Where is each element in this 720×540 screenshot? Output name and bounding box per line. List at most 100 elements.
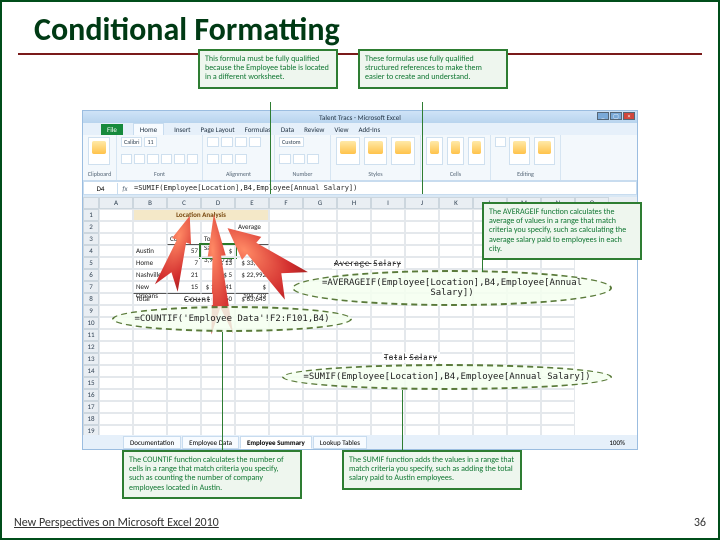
oval-countif-formula: =COUNTIF('Employee Data'!F2:F101,B4) — [112, 306, 352, 332]
delete-cells-button[interactable] — [447, 137, 464, 165]
loc-0[interactable]: Austin — [133, 245, 167, 257]
font-color-button[interactable] — [187, 154, 198, 164]
row-7[interactable]: 7 — [83, 281, 99, 293]
tab-page-layout[interactable]: Page Layout — [201, 125, 235, 134]
col-A[interactable]: A — [99, 197, 133, 209]
connector-count — [222, 332, 223, 452]
col-I[interactable]: I — [371, 197, 405, 209]
border-button[interactable] — [161, 154, 172, 164]
close-button[interactable]: × — [623, 112, 635, 120]
tab-insert[interactable]: Insert — [174, 125, 190, 134]
col-B[interactable]: B — [133, 197, 167, 209]
tab-home[interactable]: Home — [133, 123, 164, 135]
sheet-tab-documentation[interactable]: Documentation — [123, 436, 181, 449]
loc-3[interactable]: New Orleans — [133, 281, 167, 293]
row-1[interactable]: 1 — [83, 209, 99, 221]
col-C[interactable]: C — [167, 197, 201, 209]
indent-dec-button[interactable] — [207, 154, 219, 164]
connector-avg — [482, 258, 483, 272]
row-6[interactable]: 6 — [83, 269, 99, 281]
ribbon: Clipboard Calibri11 Font Alignment Custo… — [83, 135, 637, 181]
indent-inc-button[interactable] — [221, 154, 233, 164]
loc-1[interactable]: Home — [133, 257, 167, 269]
group-number: Number — [279, 170, 326, 178]
col-J[interactable]: J — [405, 197, 439, 209]
align-right-button[interactable] — [235, 137, 247, 147]
align-left-button[interactable] — [207, 137, 219, 147]
ribbon-tabs: File Home Insert Page Layout Formulas Da… — [83, 123, 637, 135]
zoom-level[interactable]: 100% — [603, 437, 631, 448]
minimize-button[interactable]: _ — [597, 112, 609, 120]
comma-button[interactable] — [307, 154, 319, 164]
conditional-formatting-button[interactable] — [336, 137, 360, 165]
tab-formulas[interactable]: Formulas — [245, 125, 271, 134]
label-count: Count — [182, 294, 213, 305]
col-K[interactable]: K — [439, 197, 473, 209]
currency-button[interactable] — [279, 154, 291, 164]
excel-titlebar: Talent Tracs - Microsoft Excel _ ▢ × — [83, 111, 637, 123]
count-3[interactable]: 15 — [167, 281, 201, 293]
cell-styles-button[interactable] — [391, 137, 415, 165]
sort-filter-button[interactable] — [509, 137, 530, 165]
insert-cells-button[interactable] — [426, 137, 443, 165]
avg-3[interactable]: $ 104,733 — [235, 281, 269, 293]
sheet-tab-employee-data[interactable]: Employee Data — [182, 436, 239, 449]
connector-left — [270, 102, 271, 194]
col-H[interactable]: H — [337, 197, 371, 209]
maximize-button[interactable]: ▢ — [610, 112, 622, 120]
italic-button[interactable] — [134, 154, 145, 164]
col-F[interactable]: F — [269, 197, 303, 209]
fx-icon[interactable]: fx — [118, 184, 132, 193]
font-name[interactable]: Calibri — [121, 137, 142, 147]
col-E[interactable]: E — [235, 197, 269, 209]
number-format[interactable]: Custom — [279, 137, 304, 147]
page-number: 36 — [694, 516, 706, 530]
fill-color-button[interactable] — [174, 154, 185, 164]
footer-source: New Perspectives on Microsoft Excel 2010 — [14, 516, 219, 530]
slide-frame: Conditional Formatting This formula must… — [0, 0, 720, 540]
row-3[interactable]: 3 — [83, 233, 99, 245]
col-G[interactable]: G — [303, 197, 337, 209]
group-font: Font — [121, 170, 198, 178]
percent-button[interactable] — [293, 154, 305, 164]
font-size[interactable]: 11 — [144, 137, 156, 147]
row-2[interactable]: 2 — [83, 221, 99, 233]
row-8[interactable]: 8 — [83, 293, 99, 305]
row-5[interactable]: 5 — [83, 257, 99, 269]
format-as-table-button[interactable] — [364, 137, 388, 165]
avg-4[interactable]: $ 63,645 — [235, 293, 269, 305]
col-D[interactable]: D — [201, 197, 235, 209]
loc-4[interactable]: Total — [133, 293, 167, 305]
find-select-button[interactable] — [534, 137, 555, 165]
align-center-button[interactable] — [221, 137, 233, 147]
paste-button[interactable] — [88, 137, 110, 165]
group-styles: Styles — [335, 170, 416, 178]
callout-averageif: The AVERAGEIF function calculates the av… — [482, 202, 642, 260]
tab-view[interactable]: View — [334, 125, 348, 134]
connector-sum — [402, 390, 403, 452]
wrap-text-button[interactable] — [249, 137, 261, 147]
tab-file[interactable]: File — [101, 124, 123, 135]
merge-button[interactable] — [235, 154, 247, 164]
format-cells-button[interactable] — [468, 137, 485, 165]
autosum-button[interactable] — [495, 137, 506, 147]
tab-addins[interactable]: Add-Ins — [358, 125, 380, 134]
name-box[interactable]: D4 — [84, 183, 118, 194]
select-all-corner[interactable] — [83, 197, 99, 209]
bold-button[interactable] — [121, 154, 132, 164]
connector-right — [422, 102, 423, 194]
sheet-tab-employee-summary[interactable]: Employee Summary — [240, 436, 312, 449]
oval-sumif-formula: =SUMIF(Employee[Location],B4,Employee[An… — [282, 364, 612, 390]
formula-value[interactable]: =SUMIF(Employee[Location],B4,Employee[An… — [132, 184, 636, 192]
tab-data[interactable]: Data — [281, 125, 294, 134]
sheet-tab-lookup-tables[interactable]: Lookup Tables — [313, 436, 367, 449]
callout-sumif: The SUMIF function adds the values in a … — [342, 450, 522, 490]
underline-button[interactable] — [147, 154, 158, 164]
row-4[interactable]: 4 — [83, 245, 99, 257]
callout-countif: The COUNTIF function calculates the numb… — [122, 450, 302, 499]
label-total-salary: Total Salary — [382, 352, 440, 363]
tab-review[interactable]: Review — [304, 125, 324, 134]
hdr-average: Average — [235, 221, 269, 233]
group-alignment: Alignment — [207, 170, 270, 178]
window-controls: _ ▢ × — [597, 112, 635, 120]
